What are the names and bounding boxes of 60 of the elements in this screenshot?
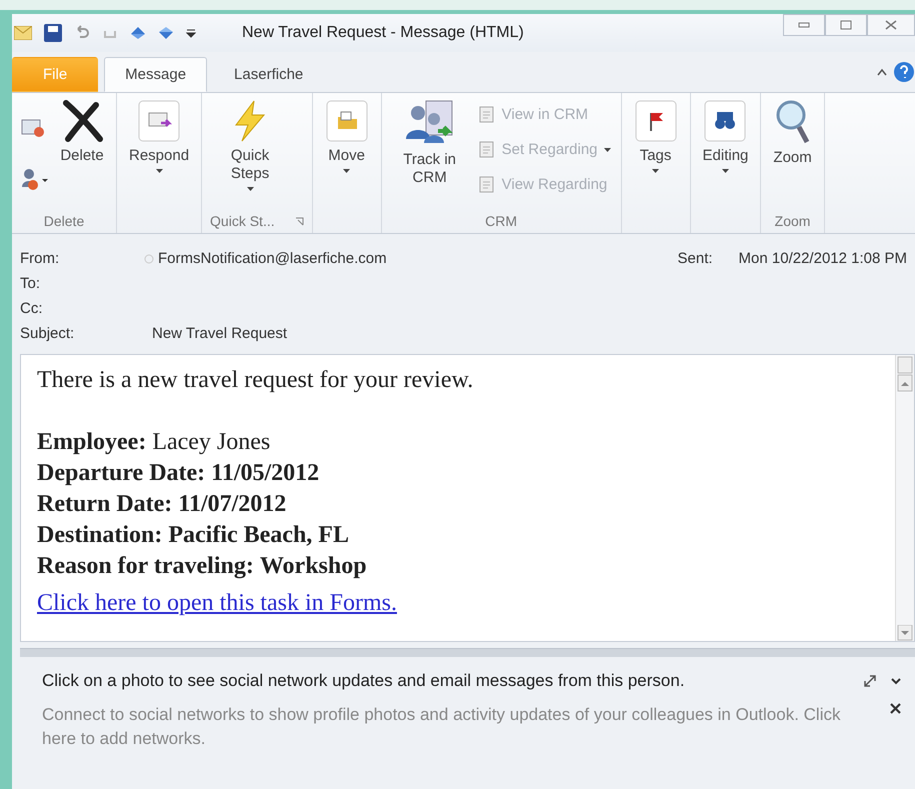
group-label: Zoom	[774, 213, 810, 229]
folder-icon	[324, 99, 369, 143]
close-icon	[885, 20, 897, 30]
detail-line: Destination: Pacific Beach, FL	[37, 521, 350, 550]
document-icon	[478, 176, 496, 194]
subject-text: New Travel Request	[152, 325, 288, 342]
ribbon-tab[interactable]: Laserfiche	[213, 57, 324, 92]
task-link[interactable]: Click here to open this task in Forms.	[37, 590, 397, 617]
group-label: CRM	[485, 213, 518, 229]
field-label: Sent:	[678, 250, 713, 267]
scroll-down-icon[interactable]	[897, 625, 913, 641]
contact-status-icon	[144, 254, 154, 264]
field-label: From:	[20, 250, 60, 267]
document-icon	[478, 106, 496, 124]
minimize-button[interactable]	[783, 14, 825, 36]
detail-line: Reason for traveling: Workshop	[37, 552, 368, 581]
maximize-icon	[840, 20, 852, 30]
close-button[interactable]	[867, 14, 915, 36]
field-label: To:	[20, 275, 42, 292]
people-pane-message: Click on a photo to see social network updates and email messages from this person.	[42, 671, 685, 691]
expand-icon[interactable]	[863, 674, 877, 688]
dialog-launcher-icon[interactable]	[294, 216, 304, 226]
delete-x-icon	[60, 99, 104, 143]
sender-address: FormsNotification@laserfiche.com	[158, 250, 387, 267]
group-label: Delete	[44, 213, 84, 229]
intro-text: There is a new travel request for your review.	[37, 366, 474, 395]
document-icon	[478, 140, 496, 158]
ribbon-button[interactable]: Respond	[125, 97, 194, 203]
chevron-down-icon[interactable]	[891, 677, 901, 685]
collapse-ribbon-icon[interactable]	[877, 68, 887, 76]
scrollbar[interactable]	[895, 355, 914, 641]
window-title: New Travel Request - Message (HTML)	[242, 24, 524, 42]
flag-icon	[634, 99, 678, 143]
envelope-icon	[137, 99, 182, 143]
save-icon[interactable]	[44, 24, 62, 42]
ribbon-button[interactable]: Quick Steps	[210, 97, 290, 203]
help-icon[interactable]	[893, 61, 915, 83]
detail-line: Return Date: 11/07/2012	[37, 490, 288, 519]
ribbon-button[interactable]: Zoom	[769, 97, 816, 203]
maximize-button[interactable]	[825, 14, 867, 36]
detail-line: Departure Date: 11/05/2012	[37, 459, 320, 488]
down-arrow-icon[interactable]	[158, 25, 174, 41]
ribbon-button[interactable]: Track in CRM	[390, 97, 470, 203]
up-arrow-icon[interactable]	[130, 25, 146, 41]
detail-line: Employee: Lacey Jones	[37, 428, 272, 457]
field-label: Subject:	[20, 325, 76, 342]
customize-icon[interactable]	[186, 28, 196, 38]
scroll-up-icon[interactable]	[897, 355, 913, 393]
ribbon-button[interactable]: Move	[320, 97, 373, 203]
ribbon-button[interactable]: Editing	[698, 97, 752, 203]
binoculars-icon	[703, 99, 748, 143]
ribbon-tab[interactable]: Message	[104, 57, 208, 92]
minimize-icon	[798, 22, 810, 28]
field-label: Cc:	[20, 300, 44, 317]
group-label: Quick St...	[210, 213, 275, 229]
ribbon-button[interactable]: Delete	[56, 97, 108, 203]
ribbon-button[interactable]: Tags	[630, 97, 682, 203]
sent-date: Mon 10/22/2012 1:08 PM	[738, 250, 907, 267]
magnifier-icon	[774, 99, 811, 145]
close-icon[interactable]	[890, 703, 901, 714]
